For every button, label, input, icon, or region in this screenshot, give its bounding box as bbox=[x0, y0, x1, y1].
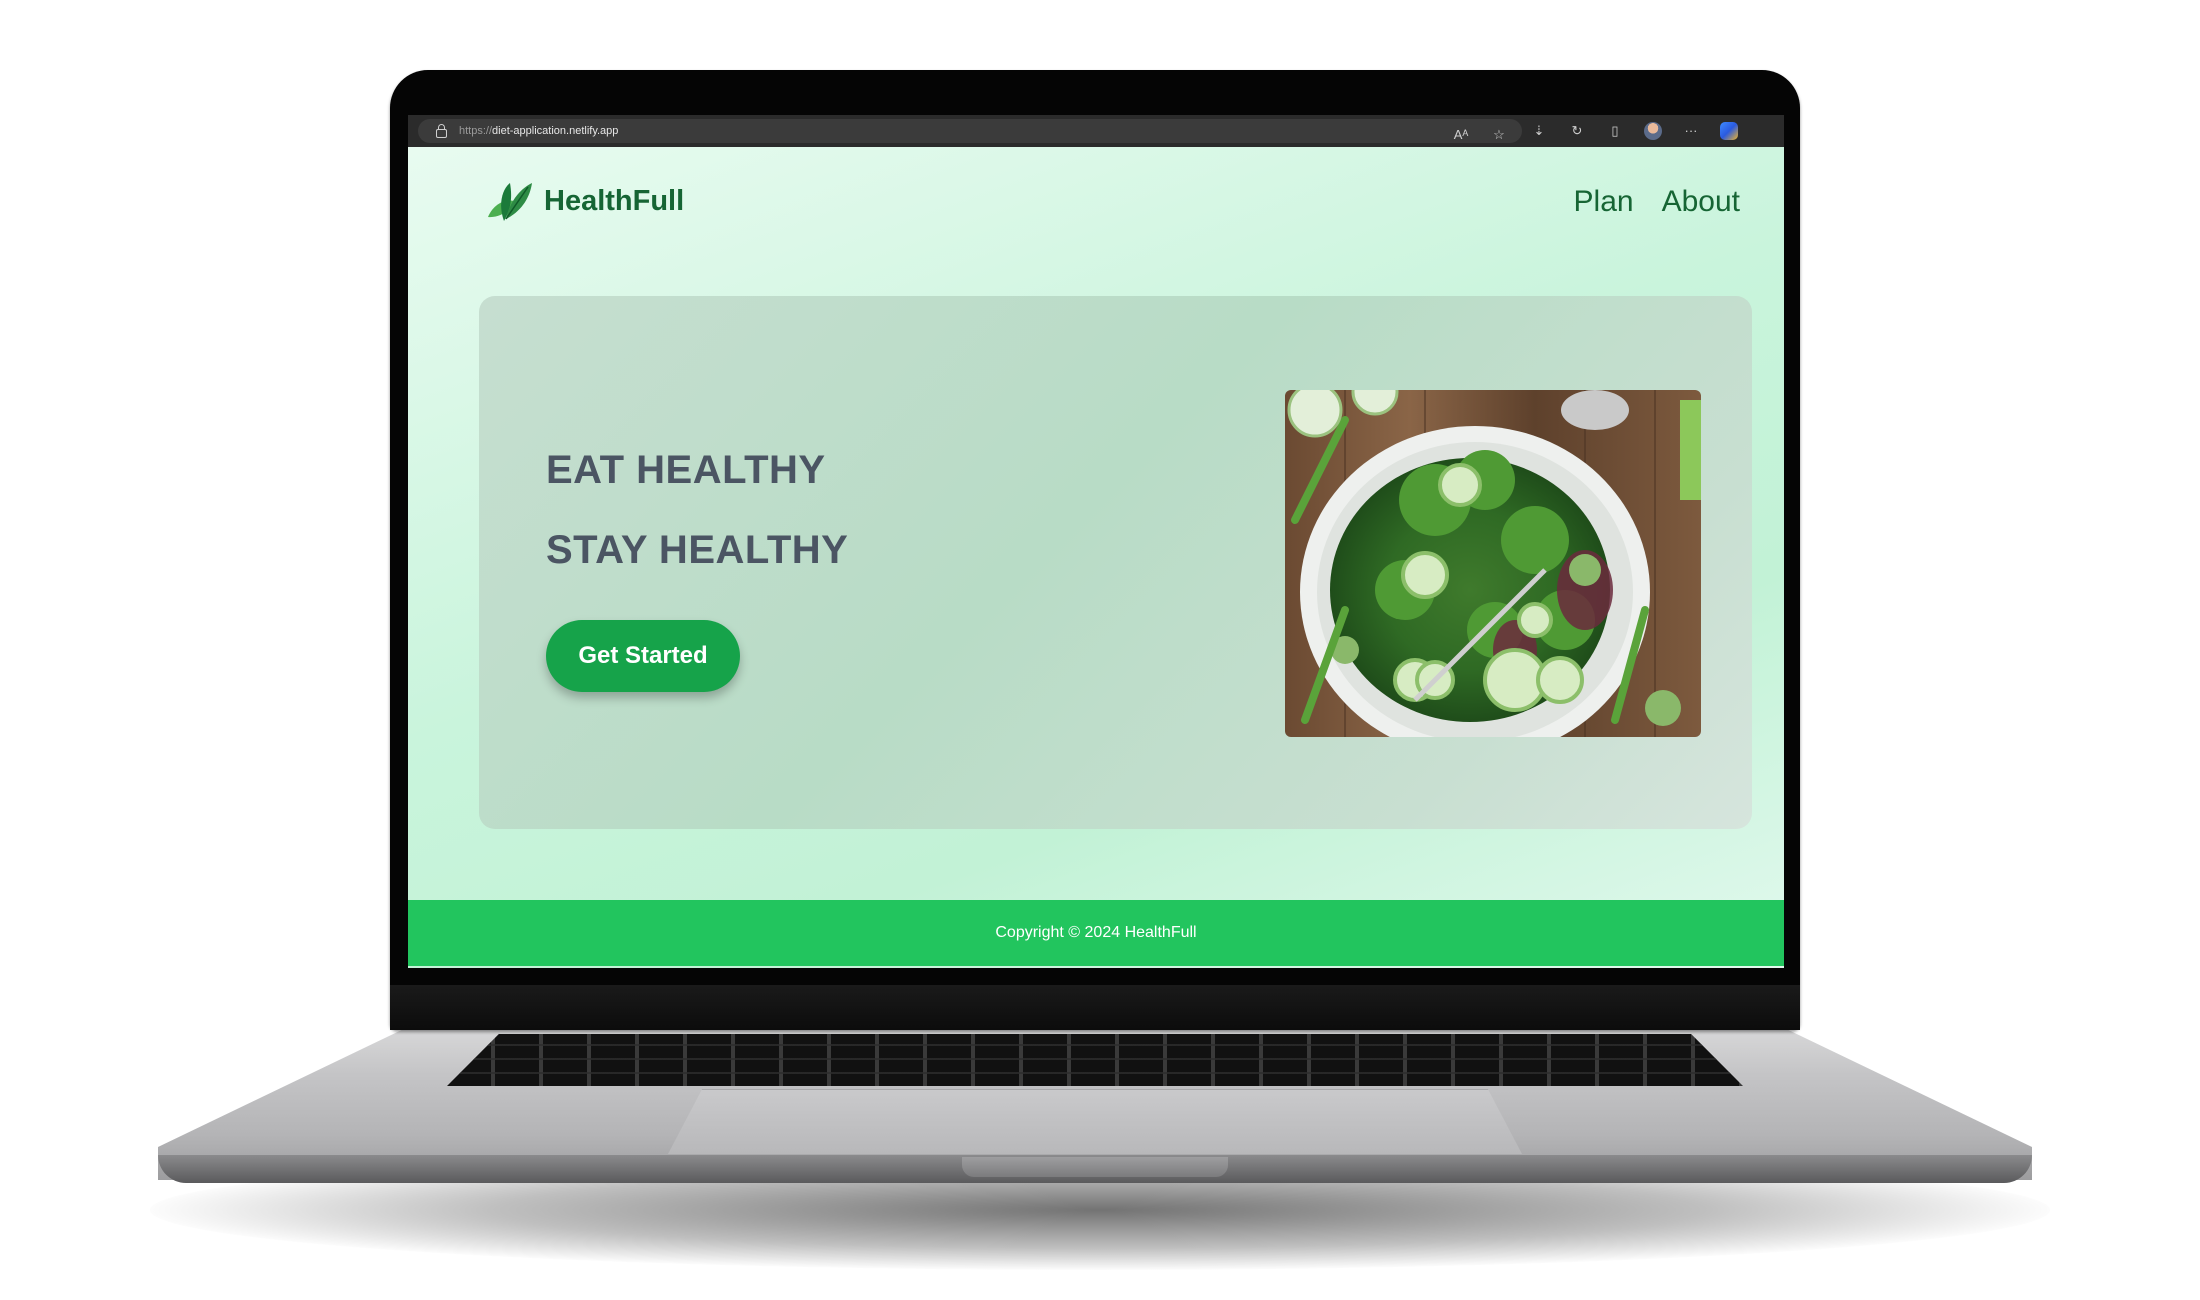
copilot-icon[interactable] bbox=[1720, 122, 1738, 140]
brand-logo-link[interactable]: HealthFull bbox=[484, 177, 684, 225]
nav-about-link[interactable]: About bbox=[1662, 185, 1740, 219]
get-started-button[interactable]: Get Started bbox=[546, 620, 740, 692]
browser-toolbar: https://diet-application.netlify.app Aᴬ … bbox=[408, 115, 1784, 147]
laptop-screen: https://diet-application.netlify.app Aᴬ … bbox=[408, 115, 1784, 968]
url-text[interactable]: https://diet-application.netlify.app bbox=[459, 125, 618, 137]
laptop-trackpad bbox=[668, 1089, 1522, 1154]
url-scheme: https:// bbox=[459, 125, 493, 137]
address-bar[interactable]: https://diet-application.netlify.app Aᴬ … bbox=[418, 119, 1522, 143]
webpage: HealthFull Plan About EAT HEALTHY STAY H… bbox=[408, 147, 1784, 968]
lock-icon[interactable] bbox=[436, 123, 447, 138]
laptop-notch bbox=[962, 1157, 1228, 1177]
refresh-icon[interactable]: ↻ bbox=[1568, 115, 1586, 147]
split-screen-icon[interactable]: ▯ bbox=[1606, 115, 1624, 147]
profile-avatar-icon[interactable] bbox=[1644, 122, 1662, 140]
salad-bowl-image bbox=[1285, 390, 1701, 737]
footer-copyright: Copyright © 2024 HealthFull bbox=[995, 924, 1197, 941]
hero-headline-line1: EAT HEALTHY bbox=[546, 448, 826, 492]
url-host: diet-application.netlify.app bbox=[492, 125, 619, 137]
laptop-hinge bbox=[390, 985, 1800, 1030]
leaf-logo-icon bbox=[488, 183, 532, 221]
hero-card: EAT HEALTHY STAY HEALTHY Get Started bbox=[479, 296, 1752, 829]
laptop-keyboard bbox=[447, 1034, 1743, 1086]
brand-name: HealthFull bbox=[544, 184, 685, 217]
main-nav: Plan About bbox=[1574, 185, 1740, 219]
hero-headline-line2: STAY HEALTHY bbox=[546, 528, 849, 572]
more-options-icon[interactable]: ··· bbox=[1682, 115, 1700, 147]
page-footer: Copyright © 2024 HealthFull bbox=[408, 900, 1784, 966]
browser-actions: ⇣ ↻ ▯ ··· bbox=[1530, 115, 1738, 147]
extensions-icon[interactable]: ⇣ bbox=[1530, 115, 1548, 147]
nav-plan-link[interactable]: Plan bbox=[1574, 185, 1634, 219]
